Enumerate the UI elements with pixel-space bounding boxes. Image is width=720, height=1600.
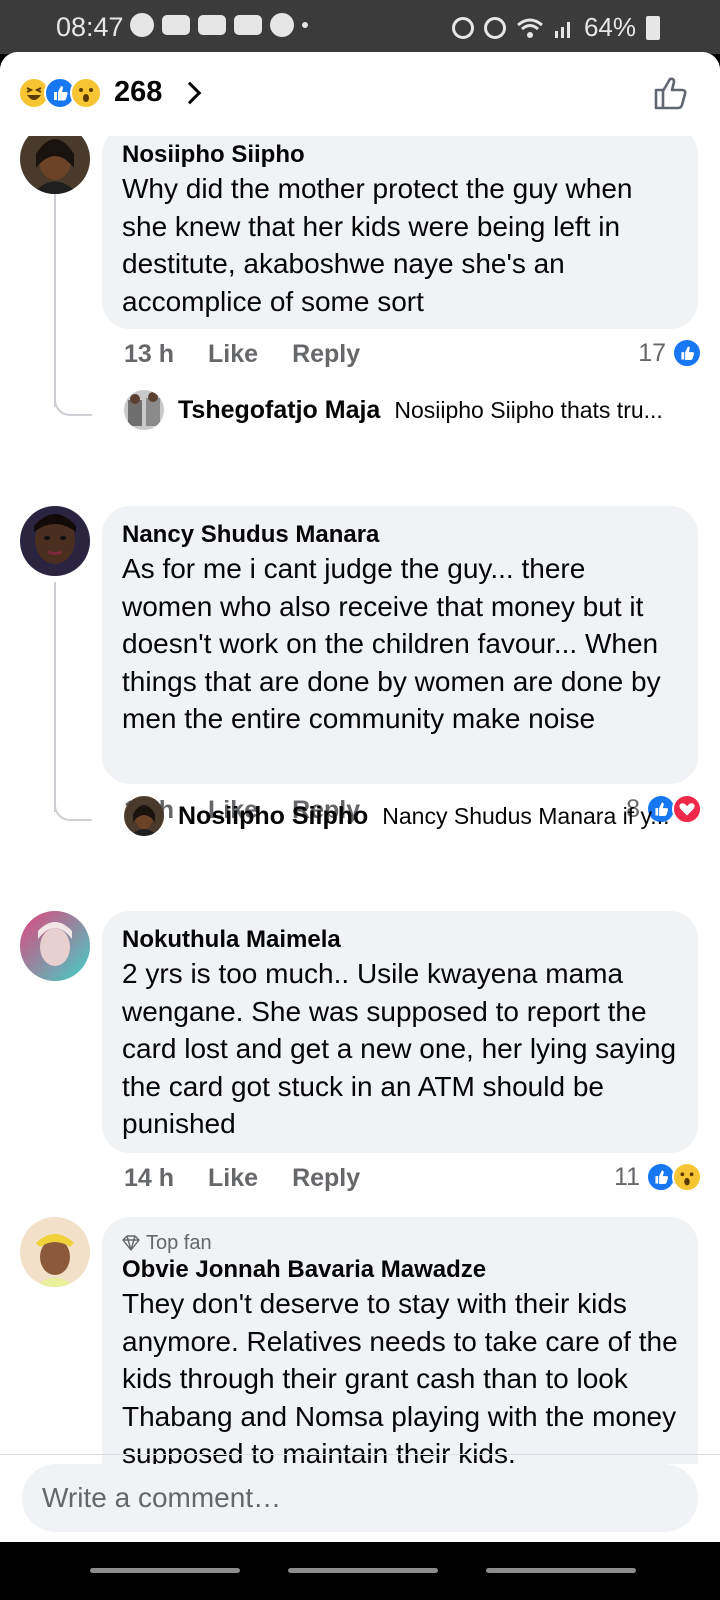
avatar[interactable] bbox=[20, 1217, 90, 1287]
badge-label: Top fan bbox=[146, 1232, 212, 1254]
system-icons: 64% bbox=[451, 12, 660, 43]
reply-snippet: Nosiipho Siipho thats tru... bbox=[394, 396, 663, 423]
facebook-icon bbox=[130, 13, 154, 37]
avatar[interactable] bbox=[20, 134, 90, 194]
thread-connector bbox=[54, 396, 92, 416]
reply-button[interactable]: Reply bbox=[292, 1164, 360, 1193]
comment-list[interactable]: Nosiipho Siipho Why did the mother prote… bbox=[0, 134, 720, 1464]
comment-text: As for me i cant judge the guy... there … bbox=[122, 553, 661, 734]
youtube-icon bbox=[198, 15, 226, 35]
reply-button[interactable]: Reply bbox=[292, 340, 360, 369]
reaction-count: 11 bbox=[614, 1162, 640, 1191]
wow-reaction-icon bbox=[672, 1162, 702, 1192]
comment-actions: 13 h Like Reply bbox=[124, 340, 360, 369]
comment-reactions[interactable]: 17 bbox=[638, 338, 702, 368]
comment-text: 2 yrs is too much.. Usile kwayena mama w… bbox=[122, 958, 677, 1139]
thread-line bbox=[54, 192, 56, 407]
home-button[interactable] bbox=[288, 1568, 438, 1573]
calendar-icon bbox=[234, 15, 262, 35]
reactions-header: 268 bbox=[0, 52, 720, 136]
comment-input[interactable]: Write a comment… bbox=[22, 1464, 698, 1532]
recent-apps-button[interactable] bbox=[90, 1568, 240, 1573]
comment-text: Why did the mother protect the guy when … bbox=[122, 173, 633, 317]
alarm-icon bbox=[451, 16, 474, 39]
back-button[interactable] bbox=[486, 1568, 636, 1573]
reaction-count: 268 bbox=[114, 76, 163, 108]
more-notifications-dot bbox=[302, 22, 308, 28]
commenter-name[interactable]: Nosiipho Siipho bbox=[122, 140, 678, 170]
reply-preview[interactable]: Nosiipho Siipho Nancy Shudus Manara if y… bbox=[124, 796, 669, 836]
comment-time: 14 h bbox=[124, 1164, 175, 1192]
reply-author: Nosiipho Siipho bbox=[178, 801, 369, 830]
commenter-name[interactable]: Nancy Shudus Manara bbox=[122, 520, 678, 550]
comment-bubble[interactable]: Top fan Obvie Jonnah Bavaria Mawadze The… bbox=[102, 1217, 698, 1464]
thread-connector bbox=[54, 801, 92, 821]
comment-reactions[interactable]: 11 bbox=[614, 1162, 702, 1192]
system-navigation-bar bbox=[0, 1542, 720, 1600]
reply-preview[interactable]: Tshegofatjo Maja Nosiipho Siipho thats t… bbox=[124, 390, 663, 430]
commenter-name[interactable]: Nokuthula Maimela bbox=[122, 925, 678, 955]
comment-time: 13 h bbox=[124, 340, 175, 368]
reaction-count: 17 bbox=[638, 338, 666, 367]
reactions-summary[interactable]: 268 bbox=[18, 76, 202, 109]
like-reaction-icon bbox=[672, 338, 702, 368]
comment-text: They don't deserve to stay with their ki… bbox=[122, 1288, 678, 1464]
avatar[interactable] bbox=[20, 911, 90, 981]
like-button[interactable]: Like bbox=[208, 340, 258, 369]
comment-bubble[interactable]: Nosiipho Siipho Why did the mother prote… bbox=[102, 134, 698, 329]
wifi-icon bbox=[516, 18, 543, 38]
avatar bbox=[124, 796, 164, 836]
status-bar: 08:47 64% bbox=[0, 0, 720, 54]
commenter-name[interactable]: Obvie Jonnah Bavaria Mawadze bbox=[122, 1255, 678, 1285]
signal-icon bbox=[554, 21, 570, 38]
notification-icons bbox=[130, 13, 308, 37]
comment-actions: 14 h Like Reply bbox=[124, 1164, 360, 1193]
mute-icon bbox=[483, 16, 506, 39]
reply-snippet: Nancy Shudus Manara if y... bbox=[382, 802, 670, 829]
avatar[interactable] bbox=[20, 506, 90, 576]
like-button[interactable]: Like bbox=[208, 1164, 258, 1193]
battery-icon bbox=[646, 15, 660, 40]
love-reaction-icon bbox=[672, 794, 702, 824]
wow-reaction-icon bbox=[70, 76, 102, 109]
chevron-right-icon bbox=[179, 81, 202, 104]
comment-bubble[interactable]: Nokuthula Maimela 2 yrs is too much.. Us… bbox=[102, 911, 698, 1153]
youtube-icon bbox=[162, 15, 190, 35]
pinwheel-icon bbox=[270, 13, 294, 37]
comment-bubble[interactable]: Nancy Shudus Manara As for me i cant jud… bbox=[102, 506, 698, 784]
battery-percent: 64% bbox=[583, 12, 636, 42]
top-fan-badge: Top fan bbox=[122, 1231, 678, 1255]
comments-sheet: 268 Nosiipho Siipho Why did the mother p… bbox=[0, 52, 720, 1542]
status-time: 08:47 bbox=[56, 12, 124, 42]
reply-author: Tshegofatjo Maja bbox=[178, 395, 381, 424]
thread-line bbox=[54, 582, 56, 812]
diamond-icon bbox=[122, 1235, 140, 1251]
like-outline-icon[interactable] bbox=[652, 74, 690, 112]
composer-divider bbox=[0, 1454, 720, 1455]
avatar bbox=[124, 390, 164, 430]
